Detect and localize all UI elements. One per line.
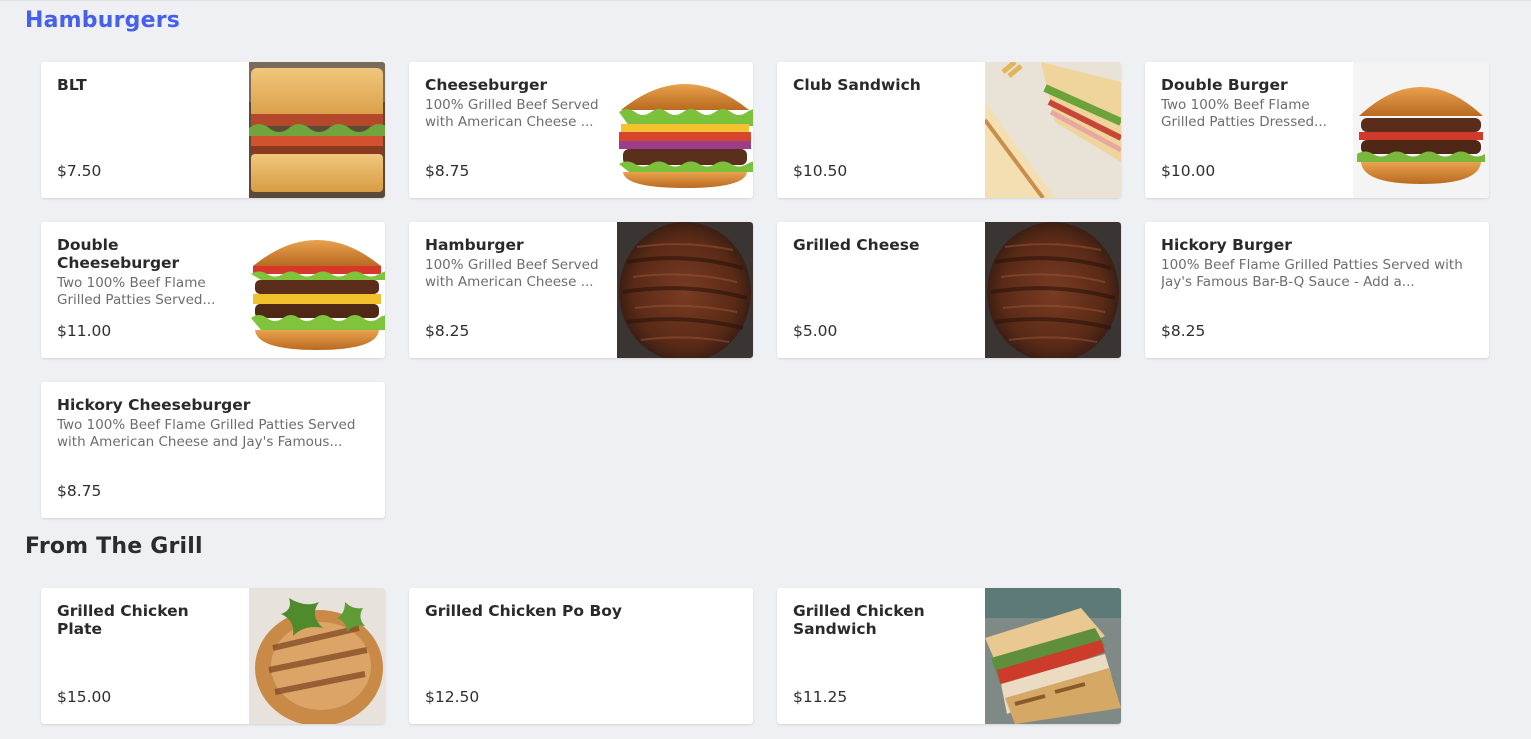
double-cheeseburger-image (249, 222, 385, 358)
item-price: $7.50 (57, 162, 102, 180)
item-name: Cheeseburger (425, 76, 548, 94)
item-description: 100% Beef Flame Grilled Patties Served w… (1161, 257, 1463, 290)
item-name: Grilled Cheese (793, 236, 920, 254)
menu-item-club-sandwich[interactable]: Club Sandwich $10.50 (777, 62, 1121, 198)
grilled-chicken-image (249, 588, 385, 724)
grilled-patty-image (985, 222, 1121, 358)
item-price: $11.00 (57, 322, 112, 340)
item-price: $8.75 (425, 162, 470, 180)
grilled-patty-image (617, 222, 753, 358)
item-description: Two 100% Beef Flame Grilled Patties Dres… (1161, 97, 1327, 130)
item-description: 100% Grilled Beef Served with American C… (425, 257, 599, 290)
menu-item-grilled-chicken-po-boy[interactable]: Grilled Chicken Po Boy $12.50 (409, 588, 753, 724)
top-divider (0, 0, 1531, 1)
item-name: Hickory Burger (1161, 236, 1292, 254)
item-price: $8.25 (425, 322, 470, 340)
menu-item-hickory-cheeseburger[interactable]: Hickory Cheeseburger Two 100% Beef Flame… (41, 382, 385, 518)
section-title-from-the-grill: From The Grill (25, 534, 203, 559)
menu-item-double-burger[interactable]: Double Burger Two 100% Beef Flame Grille… (1145, 62, 1489, 198)
double-burger-image (1353, 62, 1489, 198)
club-sandwich-image (985, 62, 1121, 198)
item-name: Hickory Cheeseburger (57, 396, 251, 414)
item-name: Grilled Chicken Sandwich (793, 602, 925, 638)
menu-item-hickory-burger[interactable]: Hickory Burger 100% Beef Flame Grilled P… (1145, 222, 1489, 358)
item-price: $12.50 (425, 688, 480, 706)
item-price: $10.50 (793, 162, 848, 180)
menu-item-blt[interactable]: BLT $7.50 (41, 62, 385, 198)
item-description: Two 100% Beef Flame Grilled Patties Serv… (57, 417, 356, 450)
menu-item-cheeseburger[interactable]: Cheeseburger 100% Grilled Beef Served wi… (409, 62, 753, 198)
item-price: $15.00 (57, 688, 112, 706)
item-price: $8.25 (1161, 322, 1206, 340)
blt-sandwich-image (249, 62, 385, 198)
item-description: 100% Grilled Beef Served with American C… (425, 97, 599, 130)
menu-item-grilled-chicken-plate[interactable]: Grilled Chicken Plate $15.00 (41, 588, 385, 724)
item-name: Double Burger (1161, 76, 1288, 94)
item-price: $11.25 (793, 688, 848, 706)
item-name: Club Sandwich (793, 76, 921, 94)
item-name: Grilled Chicken Po Boy (425, 602, 623, 620)
item-price: $5.00 (793, 322, 838, 340)
section-title-hamburgers: Hamburgers (25, 8, 181, 33)
menu-item-grilled-cheese[interactable]: Grilled Cheese $5.00 (777, 222, 1121, 358)
cheeseburger-image (617, 62, 753, 198)
menu-item-double-cheeseburger[interactable]: Double Cheeseburger Two 100% Beef Flame … (41, 222, 385, 358)
menu-item-hamburger[interactable]: Hamburger 100% Grilled Beef Served with … (409, 222, 753, 358)
item-price: $10.00 (1161, 162, 1216, 180)
item-name: Grilled Chicken Plate (57, 602, 189, 638)
menu-item-grilled-chicken-sandwich[interactable]: Grilled Chicken Sandwich $11.25 (777, 588, 1121, 724)
panini-sandwich-image (985, 588, 1121, 724)
item-description: Two 100% Beef Flame Grilled Patties Serv… (57, 275, 216, 308)
item-price: $8.75 (57, 482, 102, 500)
item-name: Hamburger (425, 236, 524, 254)
item-name: BLT (57, 76, 87, 94)
item-name: Double Cheeseburger (57, 236, 180, 272)
